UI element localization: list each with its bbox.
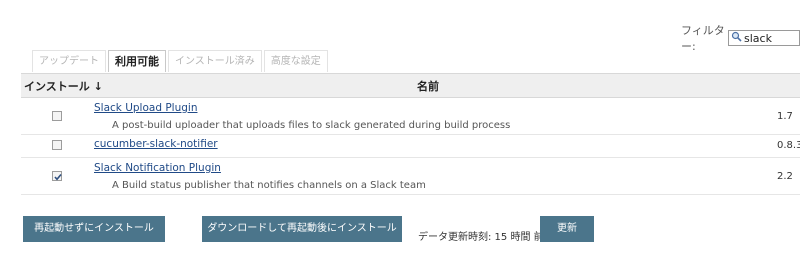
plugin-version: 2.2 bbox=[777, 171, 793, 182]
plugin-description: A Build status publisher that notifies c… bbox=[112, 180, 426, 191]
plugin-description: A post-build uploader that uploads files… bbox=[112, 120, 511, 131]
table-row: Slack Notification Plugin A Build status… bbox=[21, 158, 800, 195]
install-without-restart-button[interactable]: 再起動せずにインストール bbox=[23, 216, 165, 242]
tab-available[interactable]: 利用可能 bbox=[108, 50, 166, 72]
tab-advanced[interactable]: 高度な設定 bbox=[263, 50, 328, 72]
plugin-link[interactable]: Slack Notification Plugin bbox=[94, 162, 221, 174]
tab-updates[interactable]: アップデート bbox=[32, 50, 106, 72]
filter-label: フィルター: bbox=[681, 24, 725, 53]
install-checkbox[interactable] bbox=[52, 171, 62, 181]
plugin-link[interactable]: cucumber-slack-notifier bbox=[94, 138, 218, 150]
tab-bar: アップデート 利用可能 インストール済み 高度な設定 bbox=[32, 50, 330, 72]
install-checkbox[interactable] bbox=[52, 140, 62, 150]
install-checkbox[interactable] bbox=[52, 111, 62, 121]
plugin-link[interactable]: Slack Upload Plugin bbox=[94, 102, 197, 114]
filter-bar: フィルター: bbox=[681, 22, 800, 54]
plugin-version: 0.8.3 bbox=[777, 140, 800, 151]
table-row: Slack Upload Plugin A post-build uploade… bbox=[21, 98, 800, 135]
search-icon bbox=[731, 31, 742, 45]
tab-installed[interactable]: インストール済み bbox=[168, 50, 262, 72]
table-row: cucumber-slack-notifier 0.8.3 bbox=[21, 135, 800, 158]
table-header: インストール ↓ 名前 bbox=[21, 73, 800, 98]
filter-input[interactable] bbox=[742, 31, 800, 45]
update-timestamp: データ更新時刻: 15 時間 前 bbox=[418, 232, 544, 243]
plugins-table: インストール ↓ 名前 Slack Upload Plugin A post-b… bbox=[21, 73, 800, 195]
column-install-header[interactable]: インストール ↓ bbox=[24, 78, 103, 94]
column-name-header[interactable]: 名前 bbox=[417, 78, 439, 94]
checkmark-icon bbox=[54, 173, 62, 181]
plugin-version: 1.7 bbox=[777, 111, 793, 122]
filter-field[interactable] bbox=[728, 30, 800, 46]
check-now-button[interactable]: 更新 bbox=[540, 216, 594, 242]
download-and-install-after-restart-button[interactable]: ダウンロードして再起動後にインストール bbox=[202, 216, 402, 242]
